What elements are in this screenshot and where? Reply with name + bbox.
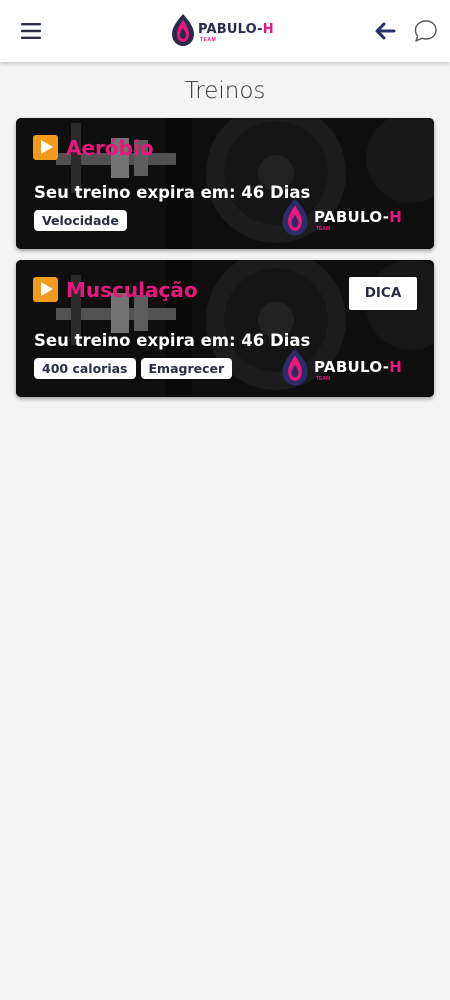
workout-card-musculacao[interactable]: Musculação DICA Seu treino expira em: 46…	[16, 260, 434, 397]
card-brand-subtext: TEAM	[316, 226, 331, 232]
tip-button[interactable]: DICA	[349, 277, 417, 310]
card-brand-logo: PABULO-H TEAM	[280, 346, 420, 390]
page-title: Treinos	[184, 78, 266, 104]
chat-bubble-icon	[414, 20, 437, 42]
top-app-bar: PABULO-H TEAM	[0, 0, 450, 62]
play-icon	[33, 135, 58, 160]
workout-card-aerobio[interactable]: Aeróbio Seu treino expira em: 46 Dias Ve…	[16, 118, 434, 249]
flame-logo-icon	[172, 14, 194, 46]
flame-logo-icon	[282, 348, 308, 386]
logo-text: PABULO-H	[198, 22, 274, 37]
logo-subtext: TEAM	[200, 37, 217, 43]
expiration-text: Seu treino expira em: 46 Dias	[34, 183, 311, 202]
card-title-text: Musculação	[66, 277, 198, 302]
card-brand-text: PABULO-H	[314, 358, 403, 376]
card-brand-subtext: TEAM	[316, 376, 331, 382]
expiration-text: Seu treino expira em: 46 Dias	[34, 331, 311, 350]
flame-logo-icon	[282, 198, 308, 236]
play-icon	[33, 277, 58, 302]
tag-badge: Velocidade	[34, 210, 127, 231]
chat-button[interactable]	[411, 17, 439, 45]
card-brand-logo: PABULO-H TEAM	[280, 196, 420, 240]
tag-list: 400 calorias Emagrecer	[34, 358, 233, 379]
tag-badge: Emagrecer	[140, 358, 233, 379]
card-brand-text: PABULO-H	[314, 208, 403, 226]
brand-logo: PABULO-H TEAM	[170, 12, 280, 50]
menu-button[interactable]	[18, 18, 44, 44]
card-title: Musculação	[33, 277, 198, 302]
arrow-left-icon	[375, 22, 396, 40]
back-button[interactable]	[372, 18, 398, 44]
card-title-text: Aeróbio	[66, 135, 154, 160]
tag-list: Velocidade	[34, 210, 127, 231]
tag-badge: 400 calorias	[34, 358, 136, 379]
menu-icon	[21, 23, 41, 39]
card-title: Aeróbio	[33, 135, 154, 160]
